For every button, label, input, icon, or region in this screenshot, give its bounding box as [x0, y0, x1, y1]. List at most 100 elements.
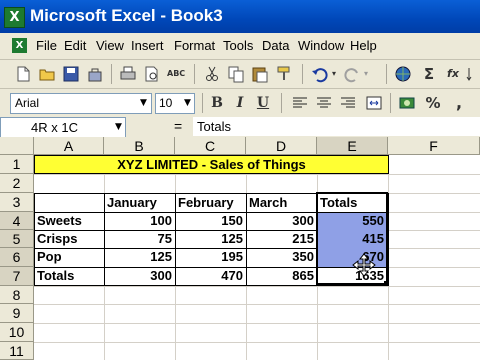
italic-button[interactable]: I	[231, 94, 249, 112]
row-header-10[interactable]: 10	[0, 323, 34, 342]
align-right-icon[interactable]	[339, 94, 357, 112]
font-size-select[interactable]: 10 ▼	[155, 93, 195, 114]
paste-icon[interactable]	[251, 65, 269, 83]
permission-icon[interactable]	[86, 65, 104, 83]
align-left-icon[interactable]	[291, 94, 309, 112]
formula-input[interactable]: Totals	[193, 117, 480, 136]
chevron-down-icon[interactable]: ▼	[137, 94, 150, 113]
copy-icon[interactable]	[227, 65, 245, 83]
menu-file[interactable]: File	[36, 38, 57, 53]
spelling-icon[interactable]: ABC	[167, 65, 185, 83]
menu-help[interactable]: Help	[350, 38, 377, 53]
sheet-title-cell[interactable]: XYZ LIMITED - Sales of Things	[34, 155, 389, 174]
menu-edit[interactable]: Edit	[64, 38, 86, 53]
cell-d6[interactable]: 350	[246, 248, 314, 266]
cell-c3[interactable]: February	[178, 194, 234, 212]
menu-data[interactable]: Data	[262, 38, 289, 53]
print-preview-icon[interactable]	[143, 65, 161, 83]
document-icon[interactable]: X	[12, 38, 27, 53]
cell-a5[interactable]: Crisps	[37, 230, 77, 248]
redo-icon[interactable]	[343, 65, 361, 83]
chevron-down-icon[interactable]: ▼	[181, 94, 194, 113]
cell-b5[interactable]: 75	[104, 230, 172, 248]
row-header-6[interactable]: 6	[0, 248, 34, 267]
save-icon[interactable]	[62, 65, 80, 83]
column-header-e[interactable]: E	[317, 137, 388, 155]
cell-c7[interactable]: 470	[175, 267, 243, 285]
cell-a4[interactable]: Sweets	[37, 212, 82, 230]
column-header-d[interactable]: D	[246, 137, 317, 155]
title-bar: X Microsoft Excel - Book3	[0, 0, 480, 33]
align-center-icon[interactable]	[315, 94, 333, 112]
fill-handle[interactable]	[384, 281, 389, 286]
column-header-b[interactable]: B	[104, 137, 175, 155]
row-header-8[interactable]: 8	[0, 286, 34, 304]
cell-a6[interactable]: Pop	[37, 248, 62, 266]
comma-style-button[interactable]: ,	[450, 94, 468, 112]
menu-tools[interactable]: Tools	[223, 38, 253, 53]
merge-center-icon[interactable]	[365, 94, 383, 112]
cell-a7[interactable]: Totals	[37, 267, 74, 285]
cell-e5[interactable]: 415	[317, 230, 384, 248]
redo-dropdown-icon[interactable]: ▾	[361, 65, 371, 83]
menu-bar: X File Edit View Insert Format Tools Dat…	[0, 33, 480, 60]
menu-format[interactable]: Format	[174, 38, 215, 53]
bold-button[interactable]: B	[208, 94, 226, 112]
row-header-11[interactable]: 11	[0, 342, 34, 360]
gridline	[34, 342, 480, 343]
print-icon[interactable]	[119, 65, 137, 83]
cell-c5[interactable]: 125	[175, 230, 243, 248]
new-icon[interactable]	[14, 65, 32, 83]
sort-icon[interactable]	[466, 65, 478, 83]
function-icon[interactable]: fx	[444, 65, 462, 83]
gridline	[34, 323, 480, 324]
cut-icon[interactable]	[203, 65, 221, 83]
autosum-icon[interactable]: Σ	[420, 65, 438, 83]
column-header-f[interactable]: F	[388, 137, 480, 155]
percent-button[interactable]: %	[424, 94, 442, 112]
cell-b3[interactable]: January	[107, 194, 157, 212]
move-cursor-icon	[352, 253, 376, 281]
cell-d5[interactable]: 215	[246, 230, 314, 248]
underline-button[interactable]: U	[254, 94, 272, 112]
menu-insert[interactable]: Insert	[131, 38, 164, 53]
cell-b4[interactable]: 100	[104, 212, 172, 230]
font-name-select[interactable]: Arial ▼	[10, 93, 152, 114]
currency-icon[interactable]	[398, 94, 416, 112]
format-painter-icon[interactable]	[275, 65, 293, 83]
open-icon[interactable]	[38, 65, 56, 83]
undo-icon[interactable]	[311, 65, 329, 83]
standard-toolbar: ABC ▾ ▾ Σ fx	[0, 60, 480, 89]
chevron-down-icon[interactable]: ▼	[112, 118, 125, 137]
row-header-7[interactable]: 7	[0, 267, 34, 286]
cell-d4[interactable]: 300	[246, 212, 314, 230]
row-header-2[interactable]: 2	[0, 174, 34, 193]
cell-d3[interactable]: March	[249, 194, 287, 212]
undo-dropdown-icon[interactable]: ▾	[329, 65, 339, 83]
worksheet-grid[interactable]: A B C D E F 1 2 3 4 5 6 7 8 9 10 11 XYZ …	[0, 137, 480, 360]
row-header-3[interactable]: 3	[0, 193, 34, 212]
hyperlink-icon[interactable]	[394, 65, 412, 83]
excel-app-icon[interactable]: X	[4, 7, 25, 28]
menu-window[interactable]: Window	[298, 38, 344, 53]
cell-b7[interactable]: 300	[104, 267, 172, 285]
menu-view[interactable]: View	[96, 38, 124, 53]
window-title: Microsoft Excel - Book3	[30, 6, 223, 25]
cell-e4[interactable]: 550	[317, 212, 384, 230]
row-header-5[interactable]: 5	[0, 230, 34, 248]
cell-e3[interactable]: Totals	[320, 194, 357, 212]
select-all-corner[interactable]	[0, 137, 34, 155]
cell-c6[interactable]: 195	[175, 248, 243, 266]
row-header-9[interactable]: 9	[0, 304, 34, 323]
row-header-4[interactable]: 4	[0, 212, 34, 230]
gridline	[34, 174, 480, 175]
formula-value: Totals	[197, 119, 231, 134]
column-header-a[interactable]: A	[34, 137, 104, 155]
cell-c4[interactable]: 150	[175, 212, 243, 230]
cell-d7[interactable]: 865	[246, 267, 314, 285]
name-box[interactable]: 4R x 1C ▼	[0, 117, 126, 138]
row-header-1[interactable]: 1	[0, 155, 34, 174]
column-header-c[interactable]: C	[175, 137, 246, 155]
cell-b6[interactable]: 125	[104, 248, 172, 266]
formula-equals-icon[interactable]: =	[174, 118, 182, 134]
